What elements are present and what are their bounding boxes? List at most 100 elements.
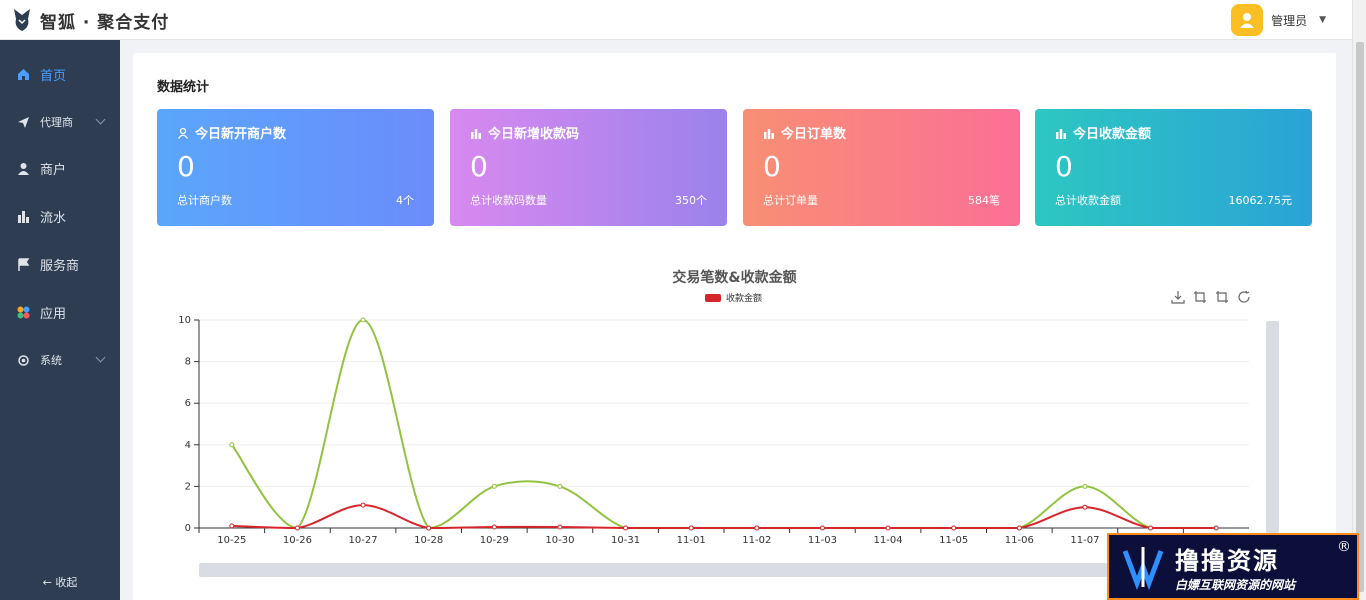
fox-logo-icon [14,9,30,31]
dashboard-card: 数据统计 今日新开商户数 0 总计商户数 4个 今日新增收款码 0 总计收款码数… [133,53,1336,600]
stat-sub-value: 16062.75元 [1228,194,1293,207]
user-name: 管理员 [1271,13,1308,28]
bar-icon [764,128,774,139]
user-menu[interactable]: 管理员 ▼ [1231,4,1326,36]
sidebar-item-label: 流水 [40,210,67,226]
home-icon [16,67,30,81]
watermark-logo-icon [1122,546,1164,590]
x-tick-label: 11-03 [808,535,837,546]
sidebar-item-label: 系统 [40,354,62,367]
send-icon [16,115,30,129]
x-tick-label: 11-04 [874,535,903,546]
chart-title: 交易笔数&收款金额 [672,270,797,286]
x-tick-label: 11-06 [1005,535,1034,546]
stat-sub-label: 总计收款金额 [1055,194,1121,207]
data-point [1213,525,1219,531]
page-scrollbar[interactable] [1352,0,1366,600]
stat-sub-label: 总计商户数 [177,194,232,207]
download-icon[interactable] [1171,290,1185,304]
sidebar: 首页 代理商 商户 流水 服务商 应用 系统 ← 收起 [0,40,120,600]
scrollbar-thumb[interactable] [1356,42,1364,592]
refresh-icon[interactable] [1237,290,1251,304]
data-point [951,525,957,531]
stat-title: 今日收款金额 [1073,127,1152,142]
x-tick-label: 10-26 [283,535,312,546]
sidebar-item-home[interactable]: 首页 [0,54,120,94]
zoom-reset-icon[interactable] [1215,290,1229,304]
data-point [754,525,760,531]
user-icon [16,161,30,175]
y-zoom-slider[interactable] [1266,321,1279,533]
registered-mark: ® [1337,539,1351,555]
bar-chart-icon [16,209,30,223]
y-tick-label: 4 [185,440,191,451]
data-point [557,483,563,489]
x-tick-label: 11-07 [1070,535,1099,546]
chevron-down-icon [95,352,106,363]
data-point [688,525,694,531]
data-point [491,483,497,489]
brand-logo[interactable]: 智狐 · 聚合支付 [10,6,169,34]
arrow-left-icon: ← [42,576,52,589]
flag-icon [16,257,30,271]
bar-icon [471,128,481,139]
stat-card-new-merchants: 今日新开商户数 0 总计商户数 4个 [157,109,434,226]
y-tick-label: 2 [185,481,191,492]
sidebar-item-apps[interactable]: 应用 [0,292,120,332]
watermark-title: 撸撸资源 [1175,546,1279,575]
x-tick-label: 11-02 [742,535,771,546]
y-tick-label: 6 [185,398,191,409]
brand-name: 智狐 · 聚合支付 [40,12,170,33]
sidebar-item-label: 首页 [40,68,67,84]
data-point [294,525,300,531]
stat-title: 今日订单数 [781,127,847,142]
gear-icon [16,353,30,367]
stat-sub-label: 总计收款码数量 [470,194,547,207]
data-point [1016,525,1022,531]
stat-card-new-qrcodes: 今日新增收款码 0 总计收款码数量 350个 [450,109,727,226]
stat-title: 今日新开商户数 [195,127,287,142]
stat-value: 0 [177,150,195,183]
data-point [557,524,563,530]
sidebar-item-merchants[interactable]: 商户 [0,148,120,188]
sidebar-item-agents[interactable]: 代理商 [0,102,120,142]
stat-value: 0 [1055,150,1073,183]
sidebar-item-label: 应用 [40,306,67,322]
sidebar-item-system[interactable]: 系统 [0,340,120,380]
x-tick-label: 11-05 [939,535,968,546]
x-tick-label: 10-28 [414,535,443,546]
collapse-label: 收起 [55,576,78,589]
x-tick-label: 11-01 [677,535,706,546]
y-tick-label: 10 [178,315,191,326]
page-title: 数据统计 [157,80,210,95]
stat-sub-value: 350个 [675,194,707,207]
data-point [426,525,432,531]
x-tick-label: 10-30 [545,535,574,546]
chart-legend-item[interactable]: 收款金额 [705,291,762,304]
data-point [360,502,366,508]
data-point [360,317,366,323]
x-zoom-slider[interactable] [199,563,1259,577]
data-point [1082,483,1088,489]
sidebar-item-label: 商户 [40,162,67,178]
x-tick-label: 10-27 [349,535,378,546]
user-outline-icon [177,127,189,139]
series-line [231,318,1217,530]
sidebar-item-flow[interactable]: 流水 [0,196,120,236]
data-point [885,525,891,531]
data-point [491,524,497,530]
avatar [1231,4,1264,36]
stat-sub-value: 584笔 [968,194,1000,207]
apps-icon [16,305,30,319]
y-tick-label: 8 [185,357,191,368]
sidebar-item-providers[interactable]: 服务商 [0,244,120,284]
data-point [229,442,235,448]
sidebar-item-label: 代理商 [40,116,73,129]
chevron-down-icon [95,114,106,125]
collapse-button[interactable]: ← 收起 [0,574,120,590]
data-point [1148,525,1154,531]
data-point [229,523,235,529]
watermark-badge: 撸撸资源 白嫖互联网资源的网站 ® [1107,533,1359,600]
caret-down-icon: ▼ [1319,15,1326,25]
zoom-icon[interactable] [1193,290,1207,304]
